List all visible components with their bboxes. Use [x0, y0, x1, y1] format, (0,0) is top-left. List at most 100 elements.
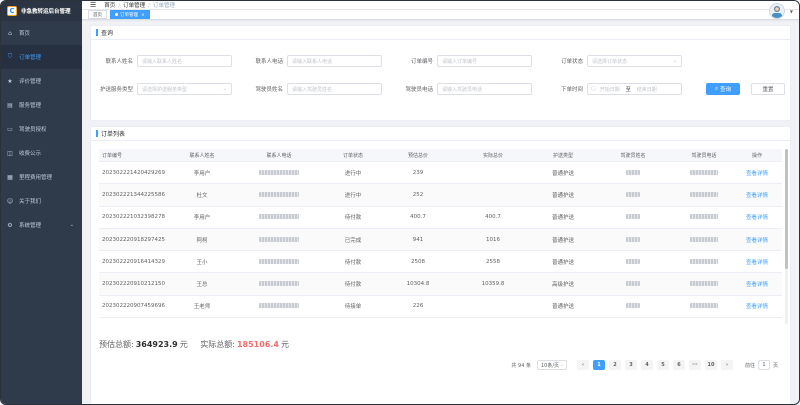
sidebar-item-3[interactable]: ▤ 服务管理 [1, 93, 82, 117]
page-5-button[interactable]: 6 [672, 360, 685, 370]
cell-name: 李用户 [193, 170, 211, 177]
sidebar-item-label: 首页 [19, 31, 31, 37]
cell-type: 普通护送 [551, 192, 574, 199]
sidebar-item-7[interactable]: ☺ 关于我们 [1, 189, 82, 213]
sidebar-item-8[interactable]: ⚙ 系统管理 ⌄ [1, 213, 82, 237]
masked-text [259, 281, 299, 287]
order-no-input[interactable]: 请输入订单编号 [437, 55, 532, 67]
table-row: 202302220907459696 王老师 待接单 226 普通护送 查看详情 [99, 296, 782, 319]
sidebar-item-label: 订单管理 [19, 55, 42, 61]
contact-phone-label: 联系人电话 [255, 59, 283, 65]
order-status-select[interactable]: 请选择订单状态 ⌄ [587, 55, 682, 67]
order-time-range[interactable]: ▢ 开始日期 至 结束日期 [587, 83, 682, 95]
reset-button[interactable]: 重置 [751, 83, 785, 95]
sidebar-item-1[interactable]: ⛉ 订单管理 [1, 45, 82, 69]
sidebar-item-label: 里程费用管理 [19, 175, 53, 181]
masked-text [626, 303, 640, 309]
column-header: 联系人电话 [266, 152, 292, 159]
contact-phone-field: 联系人电话 请输入联系人电话 [243, 55, 382, 67]
masked-cell [673, 303, 735, 309]
masked-text [626, 191, 640, 197]
cell-action[interactable]: 查看详情 [735, 280, 779, 288]
table-row: 202302220910212150 王总 待付款 10304.8 10359.8 高级护… [99, 273, 782, 296]
table-row: 202302221420429269 李用户 进行中 239 普通护送 查看详情 [99, 162, 782, 185]
sidebar-item-4[interactable]: ▭ 驾驶员授权 [1, 117, 82, 141]
prev-page-button[interactable]: ‹ [576, 360, 589, 370]
user-icon: ☺ [6, 197, 14, 205]
table-row: 202302221032398278 李用户 待付款 400.7 400.7 普通护送 查看… [99, 207, 782, 229]
cell-est: 239 [412, 169, 424, 176]
cell-action[interactable]: 查看详情 [735, 236, 779, 244]
page-4-button[interactable]: 5 [656, 360, 669, 370]
contact-name-input[interactable]: 请输入联系人姓名 [137, 55, 232, 67]
column-header: 护送类型 [552, 152, 573, 159]
est-total-value: 364923.9 [135, 340, 178, 349]
page-2-button[interactable]: 3 [624, 360, 637, 370]
contact-name-field: 联系人姓名 请输入联系人姓名 [93, 55, 232, 67]
escort-type-field: 护送服务类型 请选择护送服务类型 ⌄ [93, 83, 232, 95]
masked-text [626, 169, 640, 175]
navbar: ☰ 首页 / 订单管理 / 订单管理 ▼ [82, 1, 799, 19]
sidebar-item-0[interactable]: ⌂ 首页 [1, 21, 82, 45]
cell-action[interactable]: 查看详情 [735, 191, 779, 199]
goto-page: 前往 1 页 [745, 360, 778, 370]
cell-status: 进行中 [344, 170, 362, 177]
order-no-field: 订单编号 请输入订单编号 [393, 55, 532, 67]
cell-order_no: 202302221344225586 [102, 191, 165, 198]
masked-cell [235, 236, 323, 243]
range-separator: 至 [625, 86, 631, 93]
order-status-field: 订单状态 请选择订单状态 ⌄ [543, 55, 682, 67]
cell-order_no: 202302220916414329 [102, 258, 165, 265]
page-7-button[interactable]: 10 [704, 360, 717, 370]
hamburger-icon[interactable]: ☰ [90, 1, 96, 9]
table-row: 202302220918297425 阿柯 已完成 941 1016 普通护送 查看详情 [99, 228, 782, 252]
masked-text [259, 236, 299, 242]
driver-phone-input[interactable]: 请输入驾驶员电话 [437, 83, 532, 95]
cell-action[interactable]: 查看详情 [735, 213, 779, 221]
next-page-button[interactable]: › [720, 360, 733, 370]
page-3-button[interactable]: 4 [640, 360, 653, 370]
close-icon[interactable]: × [141, 13, 145, 18]
sidebar-item-5[interactable]: ◫ 收费公示 [1, 141, 82, 165]
tag-home[interactable]: 首页 [88, 10, 107, 19]
cell-est: 941 [412, 236, 424, 243]
tag-order-manage[interactable]: 订单管理 × [110, 10, 150, 19]
cell-actual: 1016 [486, 236, 500, 243]
avatar[interactable] [769, 3, 785, 19]
table-scrollbar[interactable] [785, 149, 788, 324]
star-icon: ★ [7, 77, 13, 85]
chevron-down-icon: ⌄ [559, 362, 564, 368]
end-date[interactable]: 结束日期 [637, 86, 657, 93]
page-1-button[interactable]: 2 [608, 360, 621, 370]
sidebar-item-6[interactable]: ▦ 里程费用管理 [1, 165, 82, 189]
masked-cell [673, 191, 735, 198]
start-date[interactable]: 开始日期 [600, 86, 620, 93]
masked-text [626, 214, 640, 220]
cell-action[interactable]: 查看详情 [735, 169, 779, 177]
breadcrumb-home[interactable]: 首页 [104, 3, 115, 9]
goto-input[interactable]: 1 [757, 360, 770, 370]
order-no-label: 订单编号 [410, 59, 433, 65]
home-icon: ⌂ [8, 29, 12, 37]
cell-name: 杜文 [196, 192, 208, 199]
escort-type-select[interactable]: 请选择护送服务类型 ⌄ [137, 83, 232, 95]
query-button[interactable]: ⌕ 查询 [706, 83, 740, 95]
masked-text [690, 214, 718, 220]
masked-cell [235, 169, 323, 176]
page-size-select[interactable]: 10条/页 ⌄ [536, 360, 567, 370]
driver-name-input[interactable]: 请输入驾驶员姓名 [287, 83, 382, 95]
contact-phone-input[interactable]: 请输入联系人电话 [287, 55, 382, 67]
cell-est: 226 [412, 303, 424, 310]
masked-cell [593, 236, 673, 243]
caret-down-icon[interactable]: ▼ [790, 9, 793, 14]
cell-type: 普通护送 [551, 170, 574, 177]
app-window: C 非急救转运后台管理 ⌂ 首页 ⛉ 订单管理 ★ 评价管理 ▤ 服务管理 ▭ 驾驶员授权 ◫ 收费公… [0, 0, 800, 405]
masked-text [690, 281, 718, 287]
page-6-button[interactable]: ··· [688, 360, 701, 370]
cell-action[interactable]: 查看详情 [735, 302, 779, 310]
cell-action[interactable]: 查看详情 [735, 258, 779, 266]
column-header: 订单编号 [102, 152, 123, 159]
list-card-header: 订单列表 [91, 127, 790, 141]
page-0-button[interactable]: 1 [592, 360, 605, 370]
sidebar-item-2[interactable]: ★ 评价管理 [1, 69, 82, 93]
